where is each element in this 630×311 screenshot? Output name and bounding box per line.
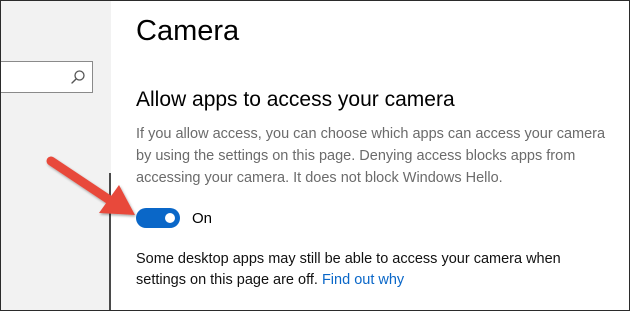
- note-line: settings on this page are off.: [136, 272, 318, 288]
- description-line: by using the settings on this page. Deny…: [136, 148, 576, 164]
- note-line: Some desktop apps may still be able to a…: [136, 251, 561, 267]
- section-title: Allow apps to access your camera: [136, 88, 455, 111]
- camera-access-toggle[interactable]: [136, 208, 180, 228]
- search-input[interactable]: [1, 61, 93, 93]
- settings-window: Camera Allow apps to access your camera …: [0, 0, 630, 311]
- description-line: If you allow access, you can choose whic…: [136, 126, 606, 142]
- description-line: accessing your camera. It does not block…: [136, 170, 503, 186]
- note-line-with-link: settings on this page are off. Find out …: [136, 270, 616, 291]
- search-icon[interactable]: [70, 69, 86, 85]
- toggle-knob: [165, 213, 175, 223]
- toggle-state-label: On: [192, 209, 213, 227]
- sidebar: [1, 1, 111, 310]
- find-out-why-link[interactable]: Find out why: [322, 272, 404, 288]
- main-content: Camera Allow apps to access your camera …: [111, 1, 629, 310]
- page-title: Camera: [136, 15, 240, 47]
- desktop-apps-note: Some desktop apps may still be able to a…: [136, 249, 616, 291]
- section-description: If you allow access, you can choose whic…: [136, 123, 606, 189]
- camera-access-toggle-row: On: [136, 207, 212, 229]
